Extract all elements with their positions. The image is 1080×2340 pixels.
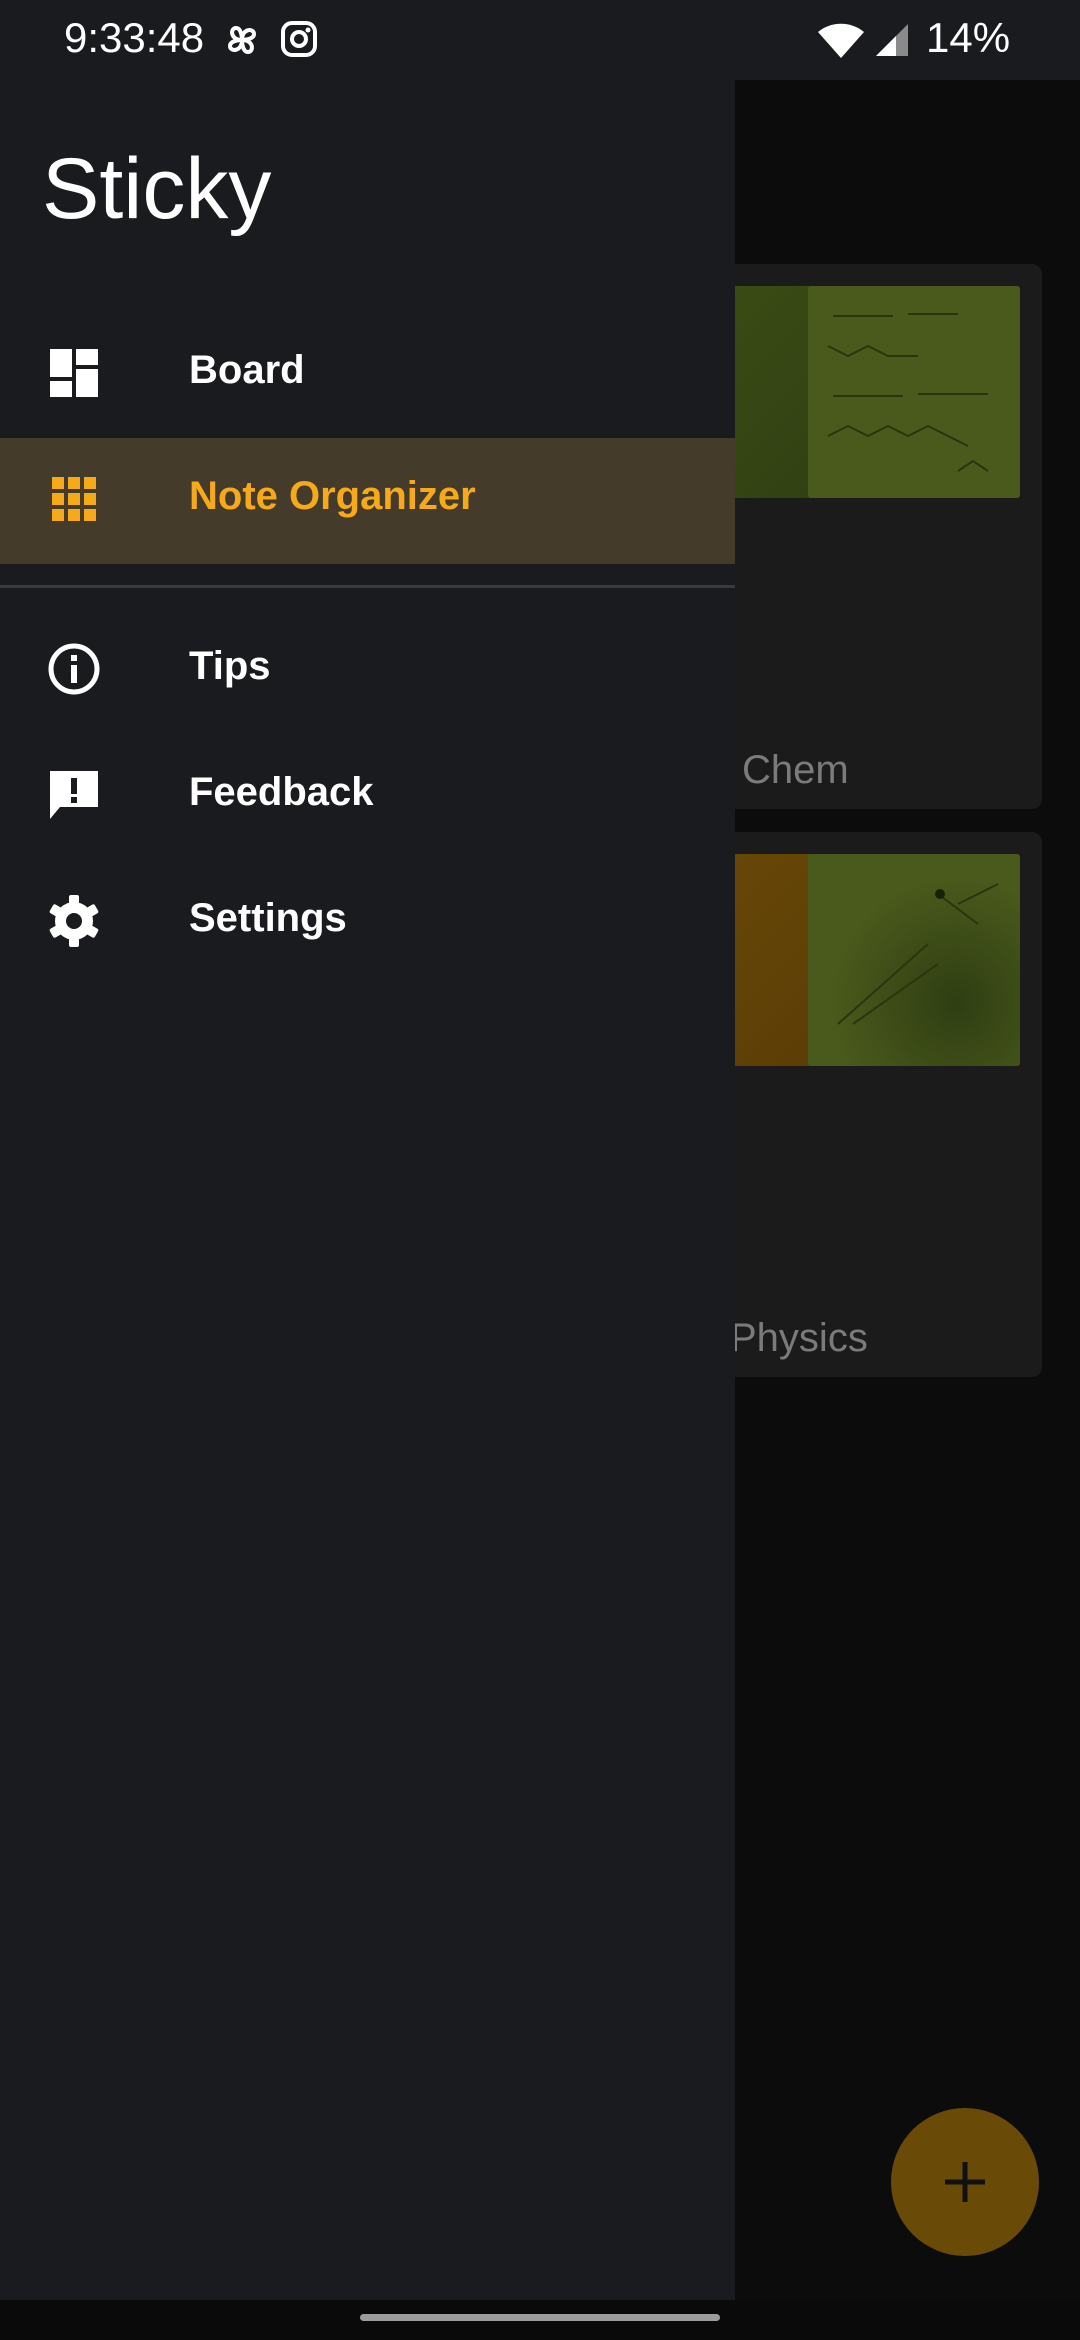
nav-item-board[interactable]: Board <box>0 312 735 438</box>
info-icon <box>48 643 100 695</box>
nav-item-label: Board <box>189 348 305 392</box>
signal-icon <box>876 24 908 56</box>
folder-label: Chem <box>742 748 849 792</box>
gesture-nav-bar[interactable] <box>360 2314 720 2321</box>
gear-icon <box>49 895 99 947</box>
folder-label: Physics <box>730 1316 868 1360</box>
navigation-drawer: Sticky Board Note Organizer Tips Feedbac… <box>0 80 735 2300</box>
plus-icon <box>945 2162 985 2202</box>
note-thumbnail <box>808 286 1020 498</box>
dashboard-icon <box>50 349 98 397</box>
app-title: Sticky <box>42 141 272 237</box>
drawer-divider <box>0 585 735 588</box>
pinwheel-icon <box>227 25 257 55</box>
handwriting-sketch <box>837 883 999 1025</box>
instagram-icon <box>281 21 317 57</box>
nav-item-note-organizer[interactable]: Note Organizer <box>0 438 735 564</box>
status-time: 9:33:48 <box>64 14 205 61</box>
feedback-icon <box>50 771 98 819</box>
nav-item-tips[interactable]: Tips <box>0 608 735 734</box>
nav-item-label: Settings <box>189 896 347 940</box>
battery-level: 14% <box>926 14 1011 61</box>
nav-item-label: Tips <box>189 644 271 688</box>
wifi-icon <box>818 23 864 58</box>
note-thumbnail <box>808 854 1020 1066</box>
nav-item-feedback[interactable]: Feedback <box>0 734 735 860</box>
nav-item-settings[interactable]: Settings <box>0 860 735 986</box>
nav-item-label: Note Organizer <box>189 474 476 518</box>
handwriting-sketch <box>827 313 989 472</box>
status-bar: 9:33:48 14% <box>0 0 1080 80</box>
nav-item-label: Feedback <box>189 770 374 814</box>
add-note-fab[interactable] <box>891 2108 1039 2256</box>
grid-icon <box>52 477 96 521</box>
